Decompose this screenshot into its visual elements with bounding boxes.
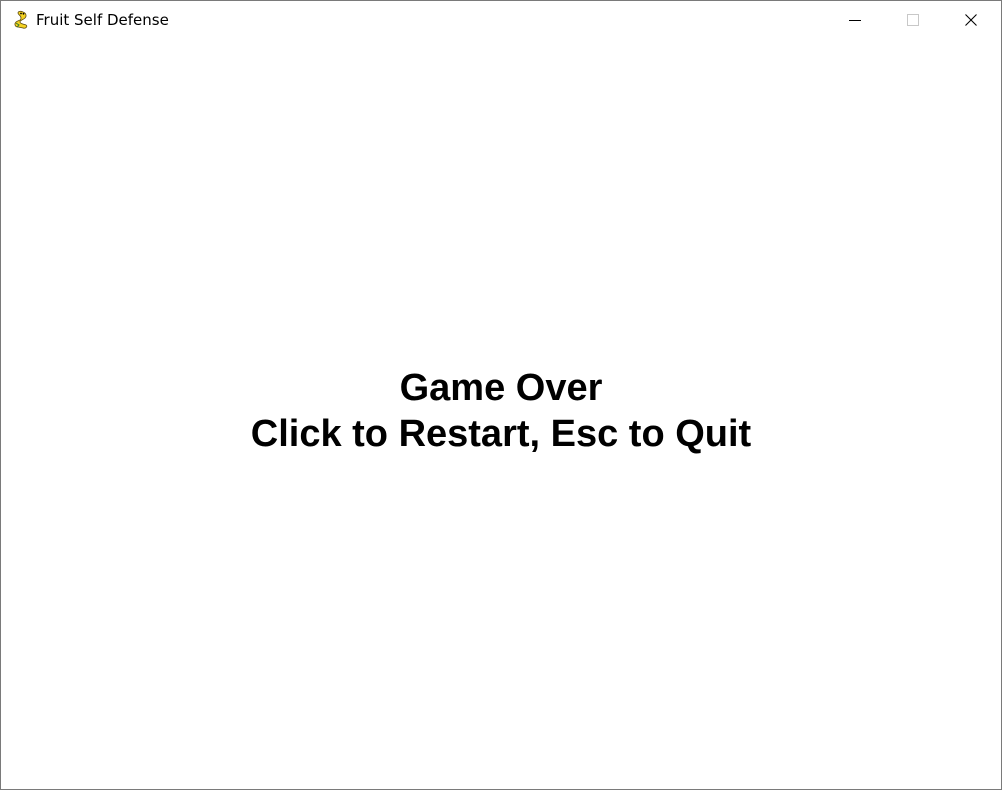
maximize-icon bbox=[907, 14, 919, 26]
minimize-button[interactable] bbox=[826, 1, 884, 39]
close-icon bbox=[965, 14, 977, 26]
pygame-snake-icon bbox=[12, 10, 32, 30]
close-button[interactable] bbox=[942, 1, 1000, 39]
game-window: Fruit Self Defense Game Over Click to Re… bbox=[0, 0, 1002, 790]
title-bar[interactable]: Fruit Self Defense bbox=[1, 1, 1001, 39]
game-over-text: Game Over bbox=[399, 367, 603, 409]
minimize-icon bbox=[849, 20, 861, 21]
restart-instructions: Click to Restart, Esc to Quit bbox=[250, 413, 752, 455]
maximize-button[interactable] bbox=[884, 1, 942, 39]
window-title: Fruit Self Defense bbox=[36, 11, 169, 29]
game-canvas[interactable]: Game Over Click to Restart, Esc to Quit bbox=[1, 39, 1001, 789]
